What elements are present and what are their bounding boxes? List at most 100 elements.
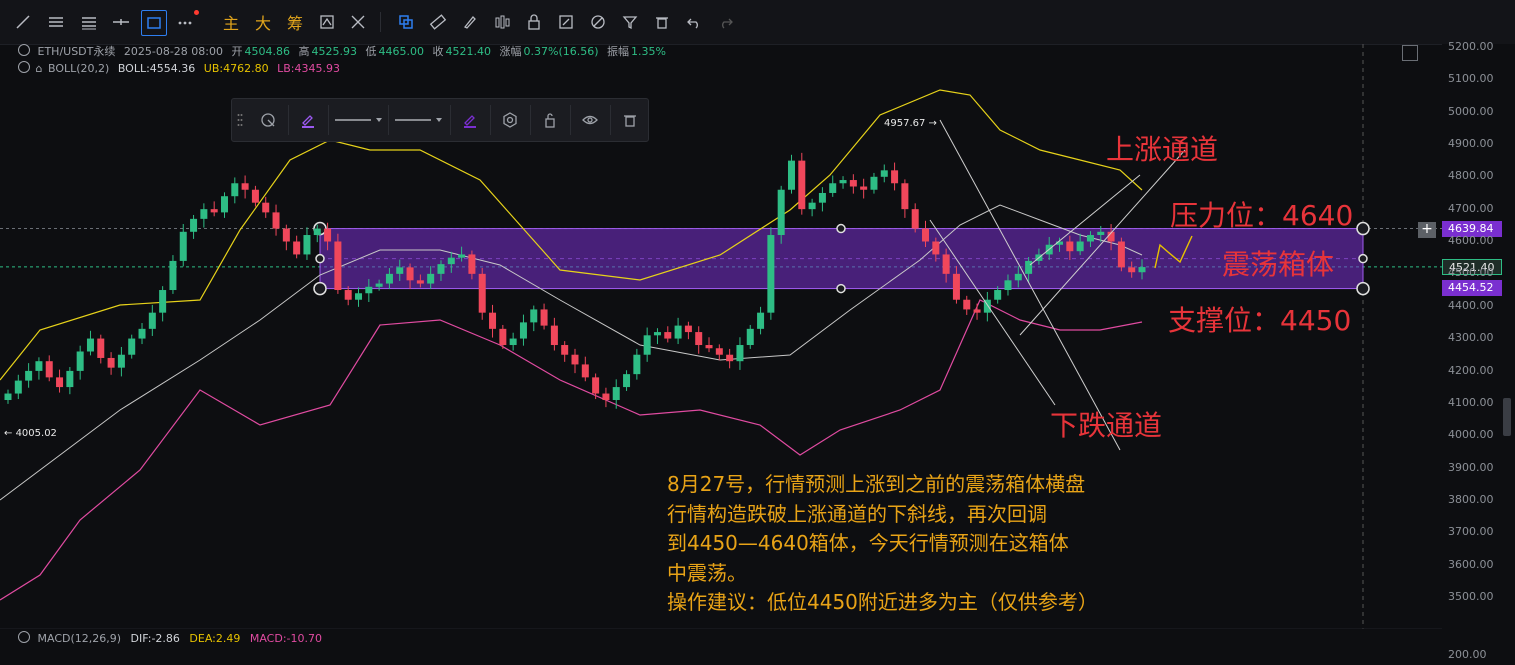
- low-marker-value: 4005.02: [15, 428, 57, 439]
- candle-body: [478, 273, 486, 313]
- price-axis[interactable]: 200.00 4639.84 4521.40 4454.52 5200.00 51…: [1442, 40, 1515, 665]
- candle-body: [4, 393, 12, 401]
- main-chart-button[interactable]: 主: [220, 10, 242, 34]
- price-tick: 4700.00: [1448, 201, 1494, 215]
- candle-body: [396, 267, 404, 274]
- price-tick: 3500.00: [1448, 589, 1494, 603]
- compare-icon[interactable]: [316, 10, 338, 34]
- bar-pattern-icon[interactable]: [491, 10, 513, 34]
- boll-lower-value: LB:4345.93: [277, 62, 340, 75]
- candle-body: [385, 273, 393, 284]
- price-tick: 3800.00: [1448, 492, 1494, 506]
- add-alert-button[interactable]: +: [1418, 222, 1436, 238]
- candle-body: [76, 351, 84, 371]
- chip-distribution-button[interactable]: 筹: [284, 10, 306, 34]
- candle-body: [777, 189, 785, 236]
- candle-body: [860, 186, 868, 190]
- trendline-icon[interactable]: [12, 10, 34, 34]
- drawbar-divider: [388, 105, 389, 135]
- price-tick: 3600.00: [1448, 557, 1494, 571]
- box-handle: [315, 253, 325, 264]
- candle-body: [499, 328, 507, 346]
- eye-circle-icon[interactable]: [18, 631, 30, 643]
- candle-body: [117, 354, 125, 368]
- candle-body: [643, 335, 651, 355]
- hide-drawings-icon[interactable]: [347, 10, 369, 34]
- candle-body: [468, 254, 476, 274]
- delete-drawing-icon[interactable]: [614, 99, 646, 141]
- fill-color-icon[interactable]: [454, 99, 486, 141]
- candle-body: [571, 354, 579, 365]
- eye-circle-icon[interactable]: [18, 61, 30, 73]
- fullscreen-icon[interactable]: [1402, 45, 1418, 61]
- filter-icon[interactable]: [619, 10, 641, 34]
- candle-body: [138, 328, 146, 339]
- drawbar-divider: [328, 105, 329, 135]
- more-icon[interactable]: [174, 10, 199, 34]
- edit-icon[interactable]: [555, 10, 577, 34]
- candle-body: [416, 280, 424, 284]
- trash-icon[interactable]: [651, 10, 673, 34]
- candle-body: [427, 273, 435, 284]
- box-handle: [313, 281, 327, 296]
- parallel-lines-icon[interactable]: [78, 10, 100, 34]
- candle-body: [365, 286, 373, 294]
- redo-icon[interactable]: [715, 10, 737, 34]
- drawing-toolbar: [231, 98, 649, 142]
- candle-body: [97, 338, 105, 358]
- candle-body: [715, 348, 723, 355]
- boll-mid-value: BOLL:4554.36: [117, 62, 196, 75]
- macd-axis-tick: 200.00: [1448, 648, 1487, 661]
- note-line: 到4450—4640箱体，今天行情预测在这箱体: [667, 531, 1069, 555]
- candle-body: [293, 241, 301, 255]
- template-icon[interactable]: [252, 99, 284, 141]
- candle-body: [695, 332, 703, 346]
- price-tick: 5100.00: [1448, 72, 1494, 86]
- line-width-dropdown[interactable]: [392, 99, 446, 141]
- undo-icon[interactable]: [683, 10, 705, 34]
- candle-body: [592, 377, 600, 394]
- range-box-label: 震荡箱体: [1222, 248, 1335, 281]
- axis-scroll-handle[interactable]: [1503, 398, 1511, 436]
- candle-body: [169, 260, 177, 291]
- candle-body: [849, 180, 857, 187]
- brush-icon[interactable]: [459, 10, 481, 34]
- candle-body: [540, 309, 548, 326]
- candle-body: [1128, 267, 1136, 273]
- rectangle-icon[interactable]: [141, 10, 167, 36]
- candle-body: [736, 345, 744, 362]
- notification-dot: [194, 10, 199, 15]
- candle-body: [56, 377, 64, 388]
- candle-body: [1097, 231, 1105, 236]
- palette-icon[interactable]: [587, 10, 609, 34]
- magnet-icon[interactable]: [395, 10, 417, 34]
- candle-body: [767, 235, 775, 313]
- cross-line-icon[interactable]: [110, 10, 132, 34]
- bell-icon[interactable]: ⌂: [36, 62, 43, 75]
- settings-gear-icon[interactable]: [494, 99, 526, 141]
- big-order-button[interactable]: 大: [252, 10, 274, 34]
- high-value: 4525.93: [311, 45, 358, 58]
- ruler-icon[interactable]: [427, 10, 449, 34]
- drag-handle-icon[interactable]: [232, 99, 248, 141]
- drawbar-divider: [530, 105, 531, 135]
- candle-body: [922, 228, 930, 242]
- candle-body: [942, 254, 950, 274]
- horizontal-lines-icon[interactable]: [45, 10, 67, 34]
- visibility-eye-icon[interactable]: [574, 99, 606, 141]
- lock-drawing-icon[interactable]: [534, 99, 566, 141]
- candle-body: [489, 312, 497, 329]
- macd-dif-value: DIF:-2.86: [130, 632, 180, 645]
- line-color-icon[interactable]: [292, 99, 324, 141]
- candle-body: [210, 209, 218, 213]
- candle-body: [994, 290, 1002, 300]
- low-value: 4465.00: [378, 45, 425, 58]
- line-style-dropdown[interactable]: [332, 99, 386, 141]
- candle-body: [963, 299, 971, 310]
- candle-body: [664, 332, 672, 339]
- down-channel-label: 下跌通道: [1050, 409, 1163, 442]
- change-label: 涨幅: [499, 45, 522, 58]
- high-label: 高: [298, 45, 310, 58]
- lock-icon[interactable]: [523, 10, 545, 34]
- box-handle: [836, 223, 846, 234]
